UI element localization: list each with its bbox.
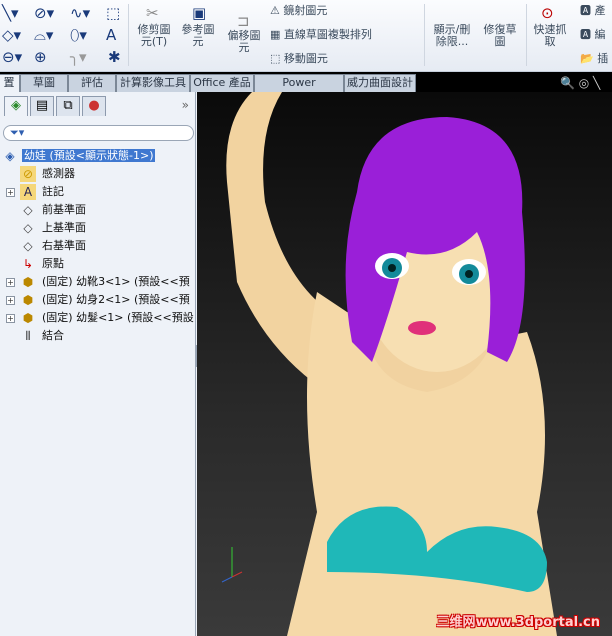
plane-icon: ◇	[23, 239, 33, 253]
tree-item[interactable]: ◇ 上基準面	[0, 219, 196, 237]
tab-evaluate[interactable]: 評估	[68, 74, 116, 92]
zoom-to-fit-icon[interactable]: 🔍 ◎ ╲	[560, 76, 600, 90]
tree-item-label: (固定) 幼身2<1> (預設<<預	[42, 293, 190, 306]
tree-item-label: 註記	[42, 185, 64, 198]
circle-icon[interactable]: ⊘▾	[34, 4, 54, 22]
offset-icon: ⊐	[237, 12, 250, 30]
expand-toggle[interactable]: +	[6, 278, 15, 287]
point-icon[interactable]: ✱	[108, 48, 121, 66]
filter-icon: ⏷▾	[10, 126, 25, 139]
tree-item[interactable]: + A 註記	[0, 183, 196, 201]
mirror-button[interactable]: ⚠ 鏡射圖元	[270, 5, 327, 17]
tab-layout[interactable]: 置	[0, 74, 20, 92]
right1-label: 產	[594, 4, 606, 17]
configuration-manager-tab[interactable]: ⧉	[56, 96, 80, 116]
grid-icon[interactable]: ⬚	[106, 4, 120, 22]
plane-icon: ◇	[23, 203, 33, 217]
polygon-icon[interactable]: ⊕	[34, 48, 47, 66]
trim-icon: ✂	[146, 4, 159, 22]
sketch-toolbar: ╲▾ ⊘▾ ∿▾ ⬚ ◇▾ ⌓▾ ⬯▾ A ⊖▾ ⊕ ╮▾ ✱ ✂ 修剪圖元(T…	[0, 0, 612, 72]
toolbar-right-3[interactable]: 📂 插	[580, 53, 608, 65]
tab-power-surface-design[interactable]: 威力曲面設計	[344, 74, 416, 92]
tree-root[interactable]: ◈ 幼娃 (預設<顯示狀態-1>)	[0, 147, 196, 165]
move-label: 移動圖元	[283, 52, 328, 65]
watermark: 三维网www.3dportal.cn	[436, 615, 600, 630]
toolbar-right-2[interactable]: 🅰 編	[580, 29, 606, 41]
tree-item-label: 原點	[42, 257, 64, 270]
graphics-viewport[interactable]: 三维网www.3dportal.cn	[197, 92, 612, 636]
axis-triad	[221, 547, 243, 583]
toolbar-right-1[interactable]: 🅰 產	[580, 5, 606, 17]
display-delete-relations-button[interactable]: 顯示/刪除限...	[430, 24, 474, 48]
offset-entities-button[interactable]: 偏移圖元	[224, 30, 264, 54]
tree-item-label: 感測器	[42, 167, 75, 180]
arc-icon[interactable]: ⌓▾	[34, 26, 53, 44]
spline-icon[interactable]: ∿▾	[70, 4, 90, 22]
sensor-folder-icon: ⊘	[20, 166, 36, 182]
move-button[interactable]: ⬚ 移動圖元	[270, 53, 328, 65]
fillet-icon[interactable]: ╮▾	[70, 48, 87, 66]
feature-manager-panel: ◈ ▤ ⧉ ● » ⏷▾ ◈ 幼娃 (預設<顯示狀態-1>) ⊘ 感測器 + A 註記 ◇ 前…	[0, 92, 196, 636]
mates-icon: ⫴	[25, 329, 31, 343]
right2-label: 編	[594, 28, 606, 41]
right3-label: 插	[597, 52, 609, 65]
expand-chevron-icon[interactable]: »	[182, 98, 189, 112]
tree-item[interactable]: + ⬢ (固定) 幼靴3<1> (預設<<預	[0, 273, 196, 291]
tree-item[interactable]: ⊘ 感測器	[0, 165, 196, 183]
tab-office[interactable]: Office 產品	[190, 74, 254, 92]
tree-item-label: (固定) 幼靴3<1> (預設<<預	[42, 275, 190, 288]
tab-photoview[interactable]: 計算影像工具	[116, 74, 190, 92]
rectangle-icon[interactable]: ◇▾	[2, 26, 21, 44]
tab-power-surfacing[interactable]: Power Surfacing	[254, 74, 344, 105]
assembly-icon: ◈	[5, 149, 15, 163]
property-manager-tab[interactable]: ▤	[30, 96, 54, 116]
feature-tree: ◈ 幼娃 (預設<顯示狀態-1>) ⊘ 感測器 + A 註記 ◇ 前基準面 ◇ 上基準面 ◇ 右基準面…	[0, 147, 196, 345]
tab-sketch[interactable]: 草圖	[20, 74, 68, 92]
slot-icon[interactable]: ⊖▾	[2, 48, 22, 66]
quick-snaps-button[interactable]: 快速抓取	[530, 24, 570, 48]
part-icon: ⬢	[22, 311, 34, 325]
command-manager-tabs: 置 草圖 評估 計算影像工具 Office 產品 Power Surfacing…	[0, 72, 612, 105]
tree-item-label: 右基準面	[42, 239, 86, 252]
tree-item[interactable]: + ⬢ (固定) 幼身2<1> (預設<<預	[0, 291, 196, 309]
display-manager-tab[interactable]: ●	[82, 96, 106, 116]
tree-item-label: 結合	[42, 329, 64, 342]
annotation-folder-icon: A	[20, 184, 36, 200]
lips	[408, 321, 436, 335]
quick-snap-icon: ⊙	[541, 4, 554, 22]
model-render	[221, 92, 557, 636]
tree-item[interactable]: + ⬢ (固定) 幼髮<1> (預設<<預設	[0, 309, 196, 327]
convert-entities-button[interactable]: 參考圖元	[178, 24, 218, 48]
convert-icon: ▣	[192, 4, 207, 22]
expand-toggle[interactable]: +	[6, 314, 15, 323]
linear-pattern-button[interactable]: ▦ 直線草圖複製排列	[270, 29, 372, 41]
linear-pattern-label: 直線草圖複製排列	[283, 28, 372, 41]
tree-item[interactable]: ◇ 前基準面	[0, 201, 196, 219]
text-icon[interactable]: A	[106, 26, 116, 44]
part-icon: ⬢	[22, 293, 34, 307]
repair-sketch-button[interactable]: 修復草圖	[480, 24, 520, 48]
feature-tree-tab[interactable]: ◈	[4, 96, 28, 116]
trim-button[interactable]: 修剪圖元(T)	[134, 24, 174, 48]
tree-item[interactable]: ◇ 右基準面	[0, 237, 196, 255]
tree-item-label: (固定) 幼髮<1> (預設<<預設	[42, 311, 194, 324]
plane-icon: ◇	[23, 221, 33, 235]
tree-filter-input[interactable]: ⏷▾	[3, 125, 194, 141]
tree-item[interactable]: ↳ 原點	[0, 255, 196, 273]
line-icon[interactable]: ╲▾	[2, 4, 19, 22]
tree-item-label: 上基準面	[42, 221, 86, 234]
tree-item[interactable]: ⫴ 結合	[0, 327, 196, 345]
mirror-label: 鏡射圖元	[283, 4, 328, 17]
origin-icon: ↳	[22, 257, 34, 271]
expand-toggle[interactable]: +	[6, 188, 15, 197]
expand-toggle[interactable]: +	[6, 296, 15, 305]
ellipse-icon[interactable]: ⬯▾	[70, 26, 87, 44]
tree-item-label: 前基準面	[42, 203, 86, 216]
tree-root-label: 幼娃 (預設<顯示狀態-1>)	[22, 149, 156, 162]
part-icon: ⬢	[22, 275, 34, 289]
